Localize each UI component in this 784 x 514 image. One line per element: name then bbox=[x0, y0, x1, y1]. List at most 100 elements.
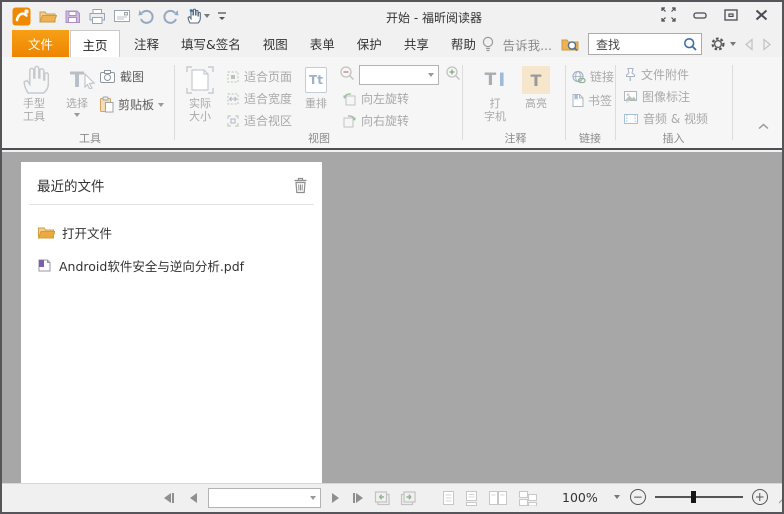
image-annotation-button[interactable]: 图像标注 bbox=[623, 88, 690, 105]
magnifier-icon[interactable] bbox=[683, 37, 698, 52]
open-file-item[interactable]: 打开文件 bbox=[21, 213, 322, 246]
group-label-comment: 注释 bbox=[504, 132, 527, 145]
actual-size-label-1: 实际 bbox=[189, 97, 211, 110]
tab-file[interactable]: 文件 bbox=[12, 30, 69, 57]
zoom-level-combobox[interactable] bbox=[359, 65, 439, 85]
search-box[interactable] bbox=[588, 33, 702, 55]
fit-page-label: 适合页面 bbox=[244, 70, 293, 84]
customize-toolbar-icon[interactable] bbox=[217, 10, 227, 22]
tab-protect[interactable]: 保护 bbox=[349, 34, 390, 53]
minimize-icon[interactable] bbox=[693, 11, 707, 19]
page-number-combobox[interactable] bbox=[208, 488, 321, 508]
rotate-right-button[interactable]: 向右旋转 bbox=[342, 112, 409, 129]
recent-files-panel: 最近的文件 打开文件 Android软件安全与逆向分析.pdf bbox=[21, 162, 322, 483]
prev-page-button[interactable] bbox=[190, 493, 197, 503]
group-label-view: 视图 bbox=[308, 132, 330, 145]
select-tool-button[interactable]: T 选择 bbox=[59, 63, 96, 117]
first-page-button[interactable] bbox=[164, 493, 174, 503]
search-settings[interactable] bbox=[710, 36, 736, 52]
restore-icon[interactable] bbox=[724, 8, 738, 21]
globe-link-icon bbox=[572, 70, 586, 83]
hand-tool-button[interactable]: 手型 工具 bbox=[10, 63, 58, 123]
search-folder-icon[interactable] bbox=[560, 36, 580, 53]
bookmark-button[interactable]: 书签 bbox=[571, 92, 612, 109]
hand-tool-dropdown-caret[interactable] bbox=[204, 14, 210, 18]
gear-dropdown-caret[interactable] bbox=[730, 42, 736, 46]
previous-view-button[interactable] bbox=[374, 490, 391, 506]
tab-comment[interactable]: 注释 bbox=[126, 34, 167, 53]
menu-right-cluster: 告诉我... bbox=[481, 32, 772, 56]
clipboard-button[interactable]: 剪贴板 bbox=[99, 96, 165, 113]
email-icon[interactable] bbox=[113, 9, 131, 23]
fit-page-button[interactable]: 适合页面 bbox=[226, 68, 292, 85]
fit-visible-icon bbox=[227, 115, 239, 126]
search-input[interactable] bbox=[594, 36, 683, 52]
gear-icon[interactable] bbox=[710, 36, 726, 52]
last-page-bar bbox=[353, 493, 355, 503]
save-icon[interactable] bbox=[64, 8, 81, 25]
collapse-ribbon-icon[interactable] bbox=[758, 123, 769, 130]
redo-icon[interactable] bbox=[162, 9, 179, 24]
actual-size-button[interactable]: 实际 大小 bbox=[179, 63, 221, 123]
undo-icon[interactable] bbox=[138, 9, 155, 24]
actual-size-label-2: 大小 bbox=[189, 110, 211, 123]
print-icon[interactable] bbox=[88, 8, 106, 25]
fit-width-button[interactable]: 适合宽度 bbox=[226, 90, 292, 107]
facing-layout-button[interactable] bbox=[488, 490, 508, 506]
snapshot-button[interactable]: 截图 bbox=[99, 68, 144, 85]
page-number-input[interactable] bbox=[218, 490, 310, 506]
zoom-level-input[interactable] bbox=[368, 67, 428, 83]
typewriter-button[interactable]: T I 打 字机 bbox=[476, 63, 514, 123]
last-page-button[interactable] bbox=[353, 493, 363, 503]
image-annotation-label: 图像标注 bbox=[642, 90, 691, 104]
tab-view[interactable]: 视图 bbox=[255, 34, 296, 53]
select-label: 选择 bbox=[66, 97, 88, 110]
tab-fill-sign[interactable]: 填写&签名 bbox=[173, 34, 249, 53]
file-attachment-button[interactable]: 文件附件 bbox=[623, 66, 689, 83]
zoom-level-value[interactable]: 100% bbox=[562, 490, 598, 505]
fit-page-icon bbox=[227, 71, 239, 82]
highlight-icon: T bbox=[522, 63, 550, 97]
zoom-slider-handle[interactable] bbox=[690, 491, 696, 503]
group-separator bbox=[174, 65, 175, 140]
select-dropdown-caret[interactable] bbox=[74, 113, 80, 117]
zoom-combobox-caret[interactable] bbox=[428, 73, 434, 77]
continuous-layout-button[interactable] bbox=[465, 490, 478, 506]
last-page-icon bbox=[356, 493, 363, 503]
next-page-button[interactable] bbox=[332, 493, 339, 503]
highlight-button[interactable]: T 高亮 bbox=[516, 63, 556, 110]
next-view-button[interactable] bbox=[400, 490, 417, 506]
tab-help[interactable]: 帮助 bbox=[443, 34, 484, 53]
trash-icon[interactable] bbox=[293, 177, 308, 194]
zoom-dropdown-caret[interactable] bbox=[613, 495, 620, 499]
close-icon[interactable] bbox=[755, 9, 768, 21]
link-button[interactable]: 链接 bbox=[571, 68, 614, 85]
single-page-layout-button[interactable] bbox=[442, 490, 455, 506]
hand-tool-quick-button[interactable] bbox=[186, 8, 210, 25]
clipboard-dropdown-caret[interactable] bbox=[158, 102, 165, 107]
zoom-slider[interactable] bbox=[654, 491, 743, 503]
page-number-caret[interactable] bbox=[310, 496, 316, 500]
recent-file-item[interactable]: Android软件安全与逆向分析.pdf bbox=[21, 246, 322, 279]
continuous-facing-layout-button[interactable] bbox=[518, 490, 538, 506]
fit-visible-button[interactable]: 适合视区 bbox=[226, 112, 292, 129]
ribbon: 手型 工具 T 选择 截图 剪贴板 工具 实际 大小 适合页面 适合宽度 适合视… bbox=[2, 57, 782, 150]
audio-video-button[interactable]: 音频 & 视频 bbox=[623, 110, 708, 127]
resize-grip-icon[interactable] bbox=[777, 491, 782, 504]
document-area: 最近的文件 打开文件 Android软件安全与逆向分析.pdf bbox=[2, 152, 782, 483]
open-folder-icon[interactable] bbox=[38, 8, 57, 25]
zoom-out-ribbon-button[interactable] bbox=[339, 65, 356, 81]
actual-size-icon bbox=[184, 63, 216, 97]
fullscreen-icon[interactable] bbox=[661, 7, 676, 22]
rotate-left-button[interactable]: 向左旋转 bbox=[342, 90, 409, 107]
zoom-in-ribbon-button[interactable] bbox=[445, 65, 462, 81]
reflow-button[interactable]: Tt 重排 bbox=[298, 63, 334, 110]
zoom-in-button[interactable]: + bbox=[751, 489, 768, 505]
tab-share[interactable]: 共享 bbox=[396, 34, 437, 53]
back-chevron-icon bbox=[744, 37, 754, 51]
tab-home[interactable]: 主页 bbox=[70, 30, 120, 57]
tab-form[interactable]: 表单 bbox=[302, 34, 343, 53]
fit-width-icon bbox=[227, 93, 239, 104]
zoom-out-button[interactable]: − bbox=[629, 489, 646, 505]
tell-me-label[interactable]: 告诉我... bbox=[503, 35, 552, 54]
